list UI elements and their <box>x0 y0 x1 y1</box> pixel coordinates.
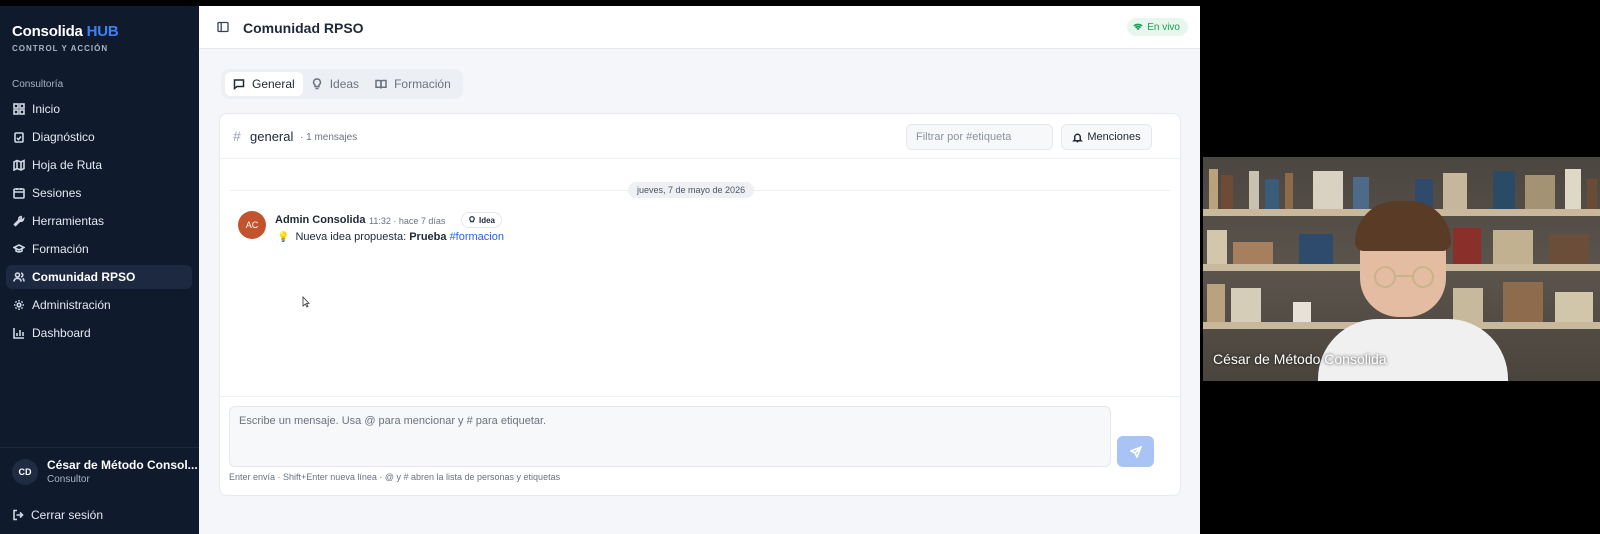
map-icon <box>13 159 25 171</box>
status-label: En vivo <box>1147 21 1180 33</box>
brand-logo[interactable]: Consolida HUB CONTROL Y ACCIÓN <box>12 23 119 53</box>
page-title: Comunidad RPSO <box>243 20 364 36</box>
user-name: César de Método Consol... <box>47 458 198 472</box>
logout-label: Cerrar sesión <box>31 508 104 522</box>
message-bold-text: Prueba <box>409 231 447 243</box>
sidebar-item-comunidad-rpso[interactable]: Comunidad RPSO <box>6 265 192 289</box>
sidebar-item-sesiones[interactable]: Sesiones <box>6 181 192 205</box>
user-profile[interactable]: CD César de Método Consol... Consultor <box>12 458 198 485</box>
tab-general[interactable]: General <box>225 72 303 96</box>
message-body: 💡 Nueva idea propuesta: Prueba #formacion <box>277 231 504 243</box>
sidebar-nav: Inicio Diagnóstico Hoja de Ruta Sesiones… <box>6 97 192 349</box>
tab-bar: General Ideas Formación <box>221 69 463 99</box>
message-tag-badge[interactable]: Idea <box>461 212 503 228</box>
app-window: Consolida HUB CONTROL Y ACCIÓN Consultor… <box>0 6 1200 534</box>
sidebar-item-administracion[interactable]: Administración <box>6 293 192 317</box>
sidebar: Consolida HUB CONTROL Y ACCIÓN Consultor… <box>0 6 199 534</box>
sidebar-item-label: Sesiones <box>32 186 82 200</box>
video-call-tile[interactable]: César de Método Consolida <box>1203 157 1600 381</box>
person-body <box>1318 319 1508 381</box>
sidebar-item-herramientas[interactable]: Herramientas <box>6 209 192 233</box>
channel-name: general <box>250 129 294 144</box>
message-author: Admin Consolida <box>275 214 366 226</box>
sidebar-item-dashboard[interactable]: Dashboard <box>6 321 192 345</box>
sidebar-item-hoja-de-ruta[interactable]: Hoja de Ruta <box>6 153 192 177</box>
wifi-icon <box>1133 23 1143 31</box>
send-icon <box>1129 445 1142 458</box>
sidebar-divider <box>0 447 199 448</box>
user-role: Consultor <box>47 474 90 485</box>
message-text: Nueva idea propuesta: <box>295 231 410 243</box>
avatar: CD <box>12 458 38 485</box>
sidebar-item-formacion[interactable]: Formación <box>6 237 192 261</box>
graduation-cap-icon <box>13 244 25 253</box>
grid-icon <box>13 103 25 115</box>
tab-ideas[interactable]: Ideas <box>303 72 367 96</box>
message-hashtag[interactable]: #formacion <box>450 231 504 243</box>
mouse-cursor-icon <box>302 296 310 308</box>
brand-tagline: CONTROL Y ACCIÓN <box>12 44 109 53</box>
message-tag-label: Idea <box>479 215 496 225</box>
composer-divider <box>220 396 1180 397</box>
sidebar-item-label: Hoja de Ruta <box>32 158 103 172</box>
sidebar-item-label: Formación <box>32 242 89 256</box>
sidebar-item-inicio[interactable]: Inicio <box>6 97 192 121</box>
mentions-button[interactable]: Menciones <box>1061 124 1152 150</box>
message-square-icon <box>233 79 245 90</box>
users-icon <box>13 272 25 282</box>
sidebar-item-label: Inicio <box>32 102 61 116</box>
tag-filter-input[interactable] <box>906 124 1053 150</box>
sidebar-item-label: Administración <box>32 298 111 312</box>
main-content: Comunidad RPSO En vivo General Ideas For… <box>199 6 1200 534</box>
lightbulb-icon <box>469 216 475 223</box>
channel-header: # general · 1 mensajes Menciones <box>220 114 1180 159</box>
sidebar-item-label: Dashboard <box>32 326 91 340</box>
header: Comunidad RPSO En vivo <box>199 6 1200 49</box>
bell-icon <box>1072 133 1084 142</box>
tab-label: Ideas <box>329 77 360 91</box>
bar-chart-icon <box>13 328 24 339</box>
tab-label: General <box>252 77 295 91</box>
message-timestamp: 11:32 · hace 7 días <box>369 216 446 226</box>
sidebar-item-diagnostico[interactable]: Diagnóstico <box>6 125 192 149</box>
lightbulb-emoji: 💡 <box>277 232 290 243</box>
mentions-label: Menciones <box>1087 131 1141 143</box>
brand-name: Consolida <box>12 23 83 40</box>
clipboard-check-icon <box>14 132 24 143</box>
wrench-icon <box>13 215 25 227</box>
composer-hint: Enter envía · Shift+Enter nueva línea · … <box>229 472 561 482</box>
logout-icon <box>13 509 24 521</box>
participant-name: César de Método Consolida <box>1213 351 1387 367</box>
sidebar-toggle-icon[interactable] <box>217 21 229 33</box>
hash-icon: # <box>233 128 241 144</box>
date-chip: jueves, 7 de mayo de 2026 <box>628 182 755 198</box>
avatar: AC <box>238 211 266 239</box>
message-count: · 1 mensajes <box>300 132 358 143</box>
message-input[interactable] <box>229 406 1111 467</box>
book-open-icon <box>375 79 387 89</box>
chat-panel: # general · 1 mensajes Menciones jueves,… <box>219 113 1181 496</box>
sidebar-item-label: Herramientas <box>32 214 105 228</box>
send-button[interactable] <box>1117 436 1154 467</box>
gear-icon <box>14 300 24 310</box>
lightbulb-icon <box>312 78 321 90</box>
logout-button[interactable]: Cerrar sesión <box>12 508 103 522</box>
tab-formacion[interactable]: Formación <box>367 72 459 96</box>
sidebar-item-label: Diagnóstico <box>32 130 95 144</box>
sidebar-item-label: Comunidad RPSO <box>32 270 136 284</box>
tab-label: Formación <box>394 77 451 91</box>
sidebar-section-label: Consultoría <box>12 79 64 90</box>
calendar-icon <box>13 188 25 199</box>
status-badge: En vivo <box>1127 18 1188 36</box>
glasses <box>1374 266 1434 288</box>
brand-hub: HUB <box>86 23 119 40</box>
